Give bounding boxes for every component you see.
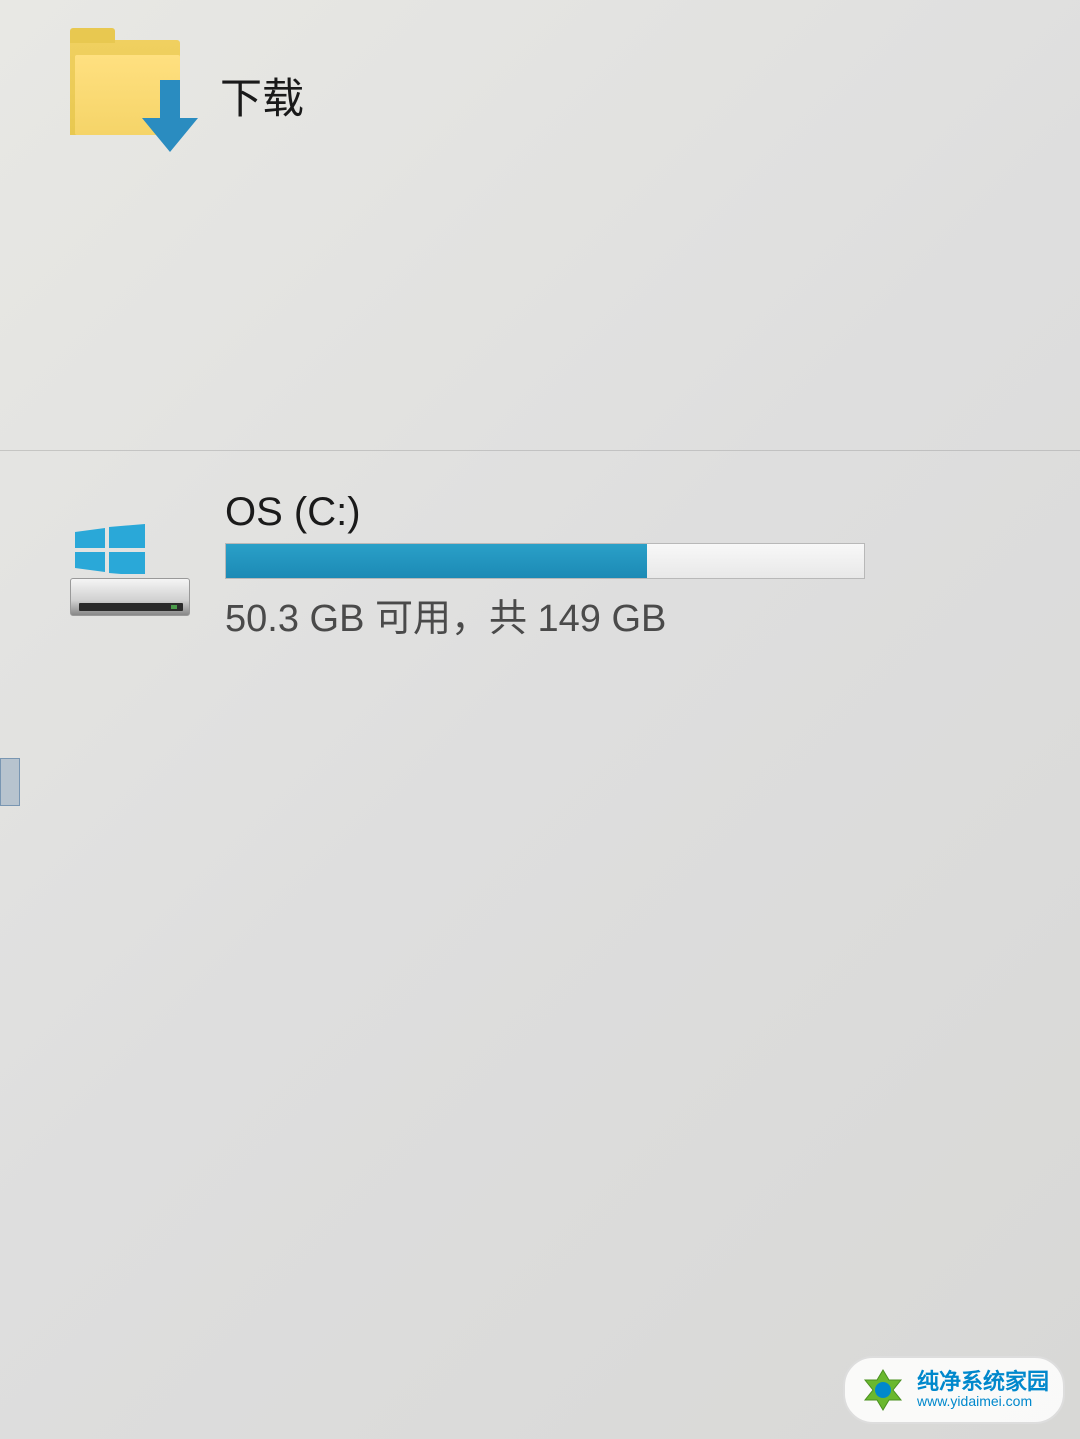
section-divider <box>0 450 1080 451</box>
drive-stats: 50.3 GB 可用，共 149 GB <box>225 587 1040 642</box>
drive-c[interactable]: OS (C:) 50.3 GB 可用，共 149 GB <box>70 490 1040 642</box>
downloads-label: 下载 <box>220 65 304 126</box>
watermark-badge-icon <box>859 1366 907 1414</box>
watermark-url: www.yidaimei.com <box>917 1394 1049 1409</box>
watermark: 纯净系统家园 www.yidaimei.com <box>843 1356 1065 1424</box>
drive-usage-fill <box>226 544 647 578</box>
drive-title: OS (C:) <box>225 490 1040 535</box>
downloads-folder-icon <box>70 40 190 150</box>
selection-edge <box>0 758 20 806</box>
watermark-title: 纯净系统家园 <box>917 1370 1049 1394</box>
download-arrow-icon <box>140 80 200 155</box>
downloads-folder[interactable]: 下载 <box>70 40 304 150</box>
drive-c-icon <box>70 516 190 616</box>
drive-usage-bar <box>225 543 865 579</box>
drive-info: OS (C:) 50.3 GB 可用，共 149 GB <box>225 490 1040 642</box>
windows-logo-icon <box>75 524 145 574</box>
